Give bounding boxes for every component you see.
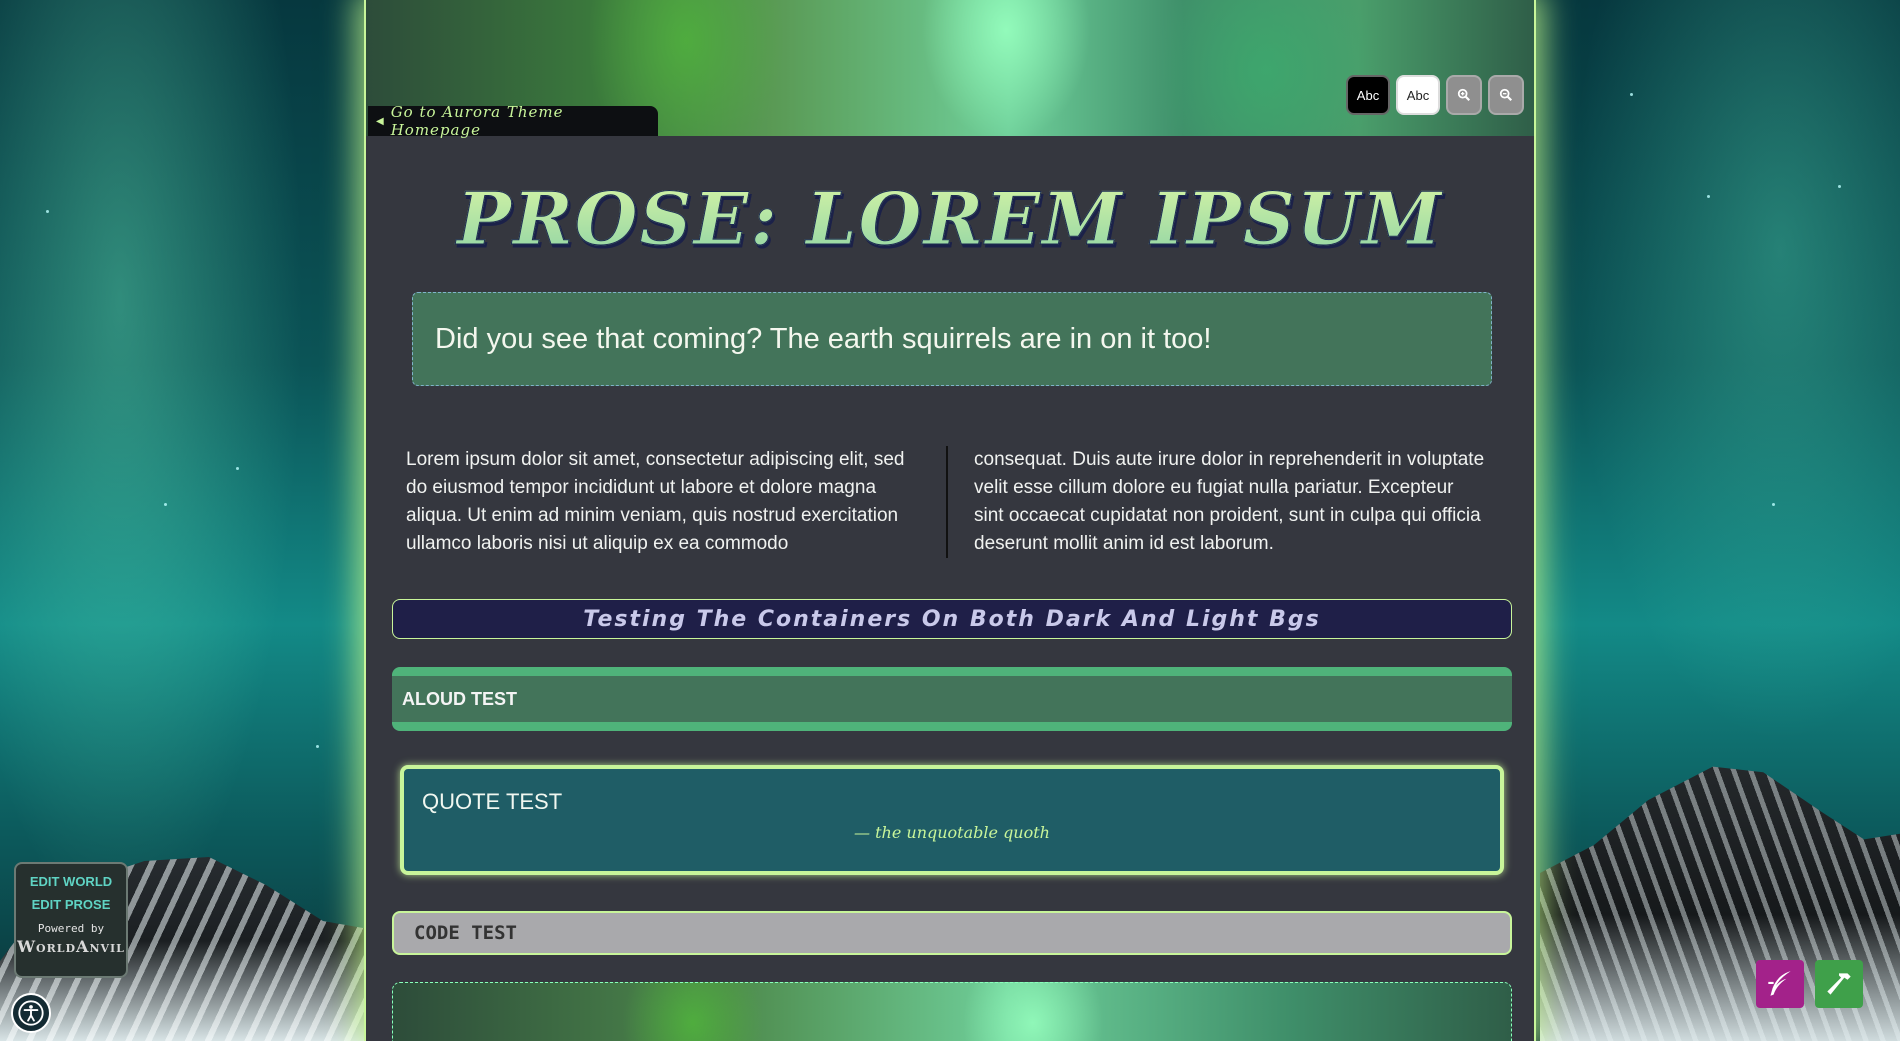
star (1707, 195, 1710, 198)
hammer-button[interactable] (1815, 960, 1863, 1008)
code-block: CODE TEST (392, 911, 1512, 955)
column-left-text: Lorem ipsum dolor sit amet, consectetur … (406, 449, 905, 554)
worldanvil-logo[interactable]: WorldAnvil (16, 937, 126, 956)
home-link[interactable]: ◀ Go to Aurora Theme Homepage (368, 103, 658, 139)
container-heading: Testing The Containers On Both Dark And … (392, 599, 1512, 639)
worldanvil-widget: EDIT WORLD EDIT PROSE Powered by WorldAn… (14, 862, 128, 978)
zoom-in-button[interactable] (1446, 75, 1482, 115)
column-right-text: consequat. Duis aute irure dolor in repr… (946, 446, 1486, 558)
edit-world-link[interactable]: EDIT WORLD (16, 870, 126, 893)
image-banner (392, 982, 1512, 1041)
quote-author: — the unquotable quoth (854, 823, 1050, 842)
two-column-text: Lorem ipsum dolor sit amet, consectetur … (406, 446, 1496, 558)
edit-prose-link[interactable]: EDIT PROSE (16, 893, 126, 916)
hammer-icon (1827, 973, 1851, 995)
subheading-box: Did you see that coming? The earth squir… (412, 292, 1492, 386)
article-page: ◀ Go to Aurora Theme Homepage Abc Abc PR… (364, 0, 1536, 1041)
accessibility-button[interactable] (11, 993, 51, 1033)
star (46, 210, 49, 213)
quote-block: QUOTE TEST — the unquotable quoth (400, 765, 1504, 875)
light-mode-button[interactable]: Abc (1396, 75, 1440, 115)
home-link-label: Go to Aurora Theme Homepage (390, 103, 564, 139)
quill-icon (1768, 971, 1791, 996)
quote-text: QUOTE TEST (422, 789, 563, 814)
zoom-out-button[interactable] (1488, 75, 1524, 115)
quill-button[interactable] (1756, 960, 1804, 1008)
zoom-out-icon (1499, 88, 1513, 102)
star (1772, 503, 1775, 506)
star (1630, 93, 1633, 96)
powered-by-label: Powered by (37, 922, 105, 935)
accessibility-icon (18, 1000, 44, 1026)
star (236, 467, 239, 470)
aloud-block: ALOUD TEST (392, 667, 1512, 731)
star (1838, 185, 1841, 188)
display-toolbar: Abc Abc (1346, 75, 1524, 115)
zoom-in-icon (1457, 88, 1471, 102)
dark-mode-button[interactable]: Abc (1346, 75, 1390, 115)
caret-left-icon: ◀ (376, 115, 385, 127)
page-title: PROSE: LOREM IPSUM (366, 176, 1534, 262)
star (164, 503, 167, 506)
star (316, 745, 319, 748)
